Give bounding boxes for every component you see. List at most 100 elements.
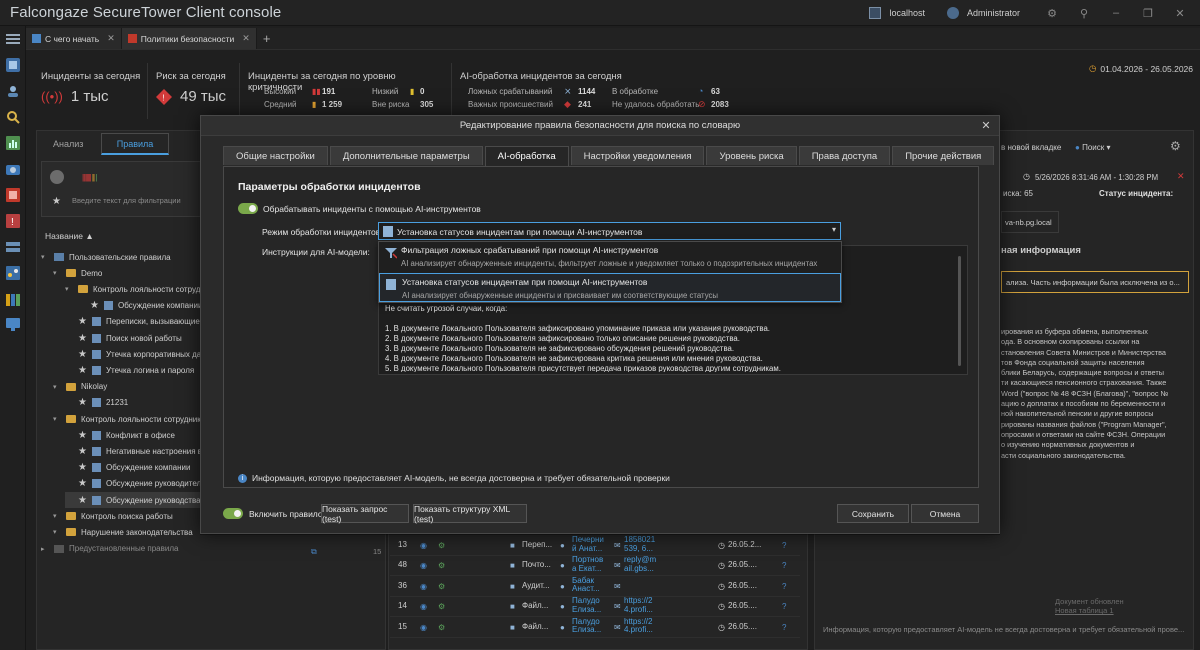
maximize-icon[interactable]: ❐ [1136,2,1160,24]
tree-item[interactable]: ★ Обсуждение руководителе [65,476,206,492]
rule-icon [91,333,101,343]
table-row[interactable]: 36 Аудит... Бабак Анаст... 26.05.... ◉ ⚙ ● ✉ ◷? ■ [390,576,800,597]
close-window-icon[interactable]: ✕ [1168,2,1192,24]
dialog-tab[interactable]: Дополнительные параметры [329,146,483,165]
minimize-icon[interactable]: – [1104,2,1128,24]
table-row[interactable]: 15 Файл... Палудо Елиза... https://2 4.prof… [390,617,800,638]
camera-icon[interactable] [0,156,26,182]
chevron-icon[interactable]: ▾ [53,383,61,391]
open-new-tab-link[interactable]: в новой вкладке [1001,143,1061,152]
settings-icon[interactable]: ⚙ [1040,2,1064,24]
users-icon[interactable] [0,78,26,104]
tree-item[interactable]: ★ Конфликт в офисе [65,427,175,443]
chevron-icon[interactable]: ▾ [53,415,61,423]
tree-item[interactable]: ▾ Demo [53,265,102,281]
graph-icon[interactable] [0,260,26,286]
mode-select[interactable]: Установка статусов инцидентам при помощи… [378,222,841,240]
dashboard-icon[interactable] [0,52,26,78]
tree-item[interactable]: ★ Утечка корпоративных дан [65,346,206,362]
dialog-tab[interactable]: AI-обработка [484,146,569,166]
tree-item[interactable]: ▾ Контроль лояльности сотрудн [65,281,205,297]
tab-rules[interactable]: Правила [101,133,169,155]
show-query-button[interactable]: Показать запрос (test) [321,504,409,524]
search-icon[interactable] [0,104,26,130]
eye-icon: ◉ [420,581,427,591]
tree-item-label: Предустановленные правила [69,544,179,554]
mode-label: Режим обработки инцидентов: [262,227,383,237]
close-icon[interactable]: ✕ [242,33,250,44]
tree-item[interactable]: ▸ Предустановленные правила [41,541,178,557]
monitor-icon[interactable] [0,312,26,338]
star-icon[interactable]: ★ [52,196,61,207]
chevron-icon[interactable]: ▾ [53,269,61,277]
tab-analysis[interactable]: Анализ [53,139,83,149]
save-button[interactable]: Сохранить [837,504,909,523]
chevron-icon[interactable]: ▸ [41,545,49,553]
settings-icon[interactable]: ⚙ [1170,139,1181,153]
rule-link-icon[interactable]: ⧉ [311,547,317,557]
tree-item[interactable]: ▾ Контроль поиска работы [53,508,173,524]
tree-item[interactable]: ▾ Нарушение законодательства [53,524,193,540]
folder-icon [66,382,76,391]
tree-item-label: Нарушение законодательства [81,527,193,537]
dialog-tab[interactable]: Настройки уведомления [570,146,705,165]
alert-icon[interactable]: ! [0,208,26,234]
dialog-tab[interactable]: Уровень риска [706,146,797,165]
table-row[interactable]: 14 Файл... Палудо Елиза... https://2 4.prof… [390,596,800,618]
dialog-tab[interactable]: Права доступа [798,146,891,165]
enable-rule-toggle[interactable] [223,508,243,519]
user-icon: ● [560,581,565,591]
cancel-button[interactable]: Отмена [911,504,979,523]
table-row[interactable]: 48 Почто... Портнов а Екат... reply@m ail.g… [390,556,800,577]
tab-security-policies[interactable]: Политики безопасности ✕ [121,28,257,49]
add-tab-button[interactable]: + [257,28,277,49]
ai-processing-toggle[interactable] [238,203,258,214]
tree-item[interactable]: ★ Переписки, вызывающие п [65,314,206,330]
close-icon[interactable]: ✕ [979,119,993,133]
dialog-tab[interactable]: Общие настройки [223,146,328,165]
tree-item[interactable]: ★ Обсуждение компании [77,298,202,314]
tree-item[interactable]: ▾ Контроль лояльности сотрудников [53,411,210,427]
tab-label: С чего начать [45,33,100,44]
table-row[interactable]: 13 Переп... Печерни й Анат... 1858021 539, … [390,535,800,556]
instruction-line: 2. В документе Локального Пользователя з… [385,334,740,343]
date-range[interactable]: ◷ 01.04.2026 - 26.05.2026 [1089,63,1193,74]
chevron-icon[interactable]: ▾ [65,285,73,293]
dropdown-option-status[interactable]: Установка статусов инцидентам при помощи… [379,273,841,302]
network-icon[interactable] [0,234,26,260]
tree-item[interactable]: ▾ Nikolay [53,379,107,395]
reports-icon[interactable] [0,130,26,156]
tree-item[interactable]: ★ 21231 [65,395,128,411]
search-dropdown[interactable]: ● Поиск ▾ [1075,143,1111,152]
archive-icon[interactable] [0,286,26,312]
user-avatar-icon[interactable] [946,7,959,19]
clock-icon: ◷ [718,622,725,632]
close-icon[interactable]: ✕ [1177,171,1185,182]
pin-icon[interactable]: ⚲ [1072,2,1096,24]
stat-ai-processing: AI-обработка инцидентов за сегодня Ложны… [451,63,751,119]
dropdown-option-filter[interactable]: Фильтрация ложных срабатываний при помощ… [379,242,841,273]
tree-item[interactable]: ★ Утечка логина и пароля [65,362,194,378]
tree-item[interactable]: ★ Поиск новой работы [65,330,182,346]
tree-item[interactable]: ▾ Пользовательские правила [41,249,171,265]
show-xml-button[interactable]: Показать структуру XML (test) [413,504,527,524]
column-name-header[interactable]: Название ▲ [45,231,94,241]
chevron-icon[interactable]: ▾ [53,528,61,536]
chevron-icon[interactable]: ▾ [41,253,49,261]
ai-icon: ⚙ [438,622,446,632]
menu-icon[interactable] [0,26,26,52]
dialog-tab[interactable]: Прочие действия [892,146,995,165]
instructions-label: Инструкции для AI-модели: [262,247,370,257]
policy-icon[interactable] [0,182,26,208]
chevron-icon[interactable]: ▾ [53,512,61,520]
server-icon[interactable] [869,7,882,19]
filter-input[interactable]: Введите текст для фильтрации [72,196,181,205]
close-icon[interactable]: ✕ [107,33,115,44]
tree-item[interactable]: ★ Негативные настроения в [65,443,202,459]
scrollbar[interactable] [958,256,961,366]
tree-item[interactable]: ★ Обсуждение компании [65,460,190,476]
eye-icon: ◉ [420,602,427,612]
cell-id: 48 [398,560,407,570]
section-title: ная информация [1001,245,1081,256]
tab-getting-started[interactable]: С чего начать ✕ [26,28,122,49]
